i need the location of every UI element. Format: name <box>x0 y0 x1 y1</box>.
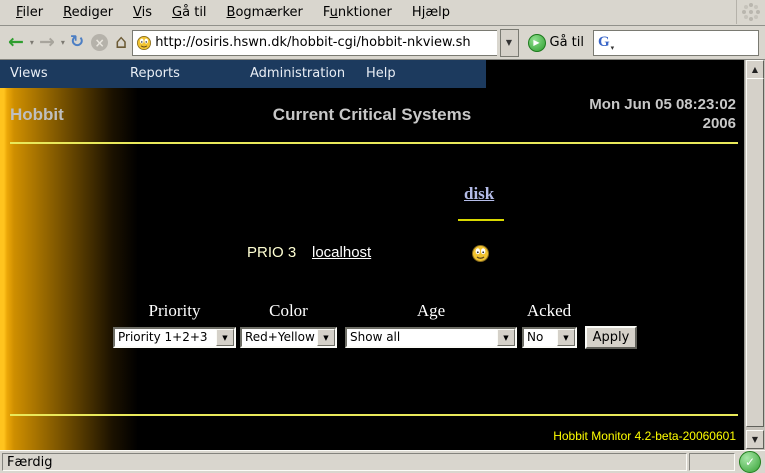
chevron-down-icon: ▼ <box>497 329 515 346</box>
nav-item-administration[interactable]: Administration <box>250 60 345 88</box>
scroll-up-button[interactable]: ▲ <box>746 60 764 79</box>
nav-item-reports[interactable]: Reports <box>130 60 180 88</box>
back-button[interactable]: ← <box>6 30 26 56</box>
reload-icon: ↻ <box>70 34 84 51</box>
menu-view[interactable]: Vis <box>123 0 162 25</box>
go-icon: ▶ <box>528 34 546 52</box>
google-logo-icon: G <box>598 34 610 51</box>
nav-item-help[interactable]: Help <box>366 60 396 88</box>
scrollbar-thumb[interactable] <box>746 78 764 427</box>
status-ok-area: ✓ <box>737 453 763 471</box>
status-text: Færdig <box>2 453 687 471</box>
scroll-down-icon: ▼ <box>752 435 758 444</box>
chevron-down-icon: ▼ <box>557 329 575 346</box>
menu-bar: Filer Rediger Vis Gå til Bogmærker Funkt… <box>0 0 765 26</box>
home-button[interactable]: ⌂ <box>113 30 129 56</box>
menu-help[interactable]: Hjælp <box>402 0 460 25</box>
menu-go[interactable]: Gå til <box>162 0 217 25</box>
browser-viewport: Views Reports Administration Help Hobbit… <box>0 60 765 450</box>
scroll-down-button[interactable]: ▼ <box>746 430 764 449</box>
age-select[interactable]: Show all ▼ <box>345 327 517 348</box>
page-nav-bar: Views Reports Administration Help <box>0 60 486 88</box>
back-icon: ← <box>8 33 24 52</box>
menu-tools[interactable]: Funktioner <box>313 0 402 25</box>
service-column-underline <box>458 219 504 221</box>
hobbit-page: Views Reports Administration Help Hobbit… <box>0 60 744 450</box>
color-select[interactable]: Red+Yellow ▼ <box>240 327 337 348</box>
timestamp-line1: Mon Jun 05 08:23:02 <box>589 95 736 114</box>
go-button[interactable]: ▶ Gå til <box>522 34 591 52</box>
stop-icon: × <box>91 34 108 51</box>
host-link-localhost[interactable]: localhost <box>312 244 371 261</box>
status-smiley-icon[interactable] <box>472 245 489 262</box>
timestamp-line2: 2006 <box>589 114 736 133</box>
reload-button[interactable]: ↻ <box>68 30 86 56</box>
forward-icon: → <box>39 33 55 52</box>
filter-label-priority: Priority <box>113 301 236 321</box>
status-box <box>689 453 735 471</box>
forward-dropdown-icon[interactable]: ▾ <box>61 38 65 47</box>
site-favicon-smiley-icon <box>137 36 151 50</box>
url-history-dropdown[interactable]: ▼ <box>500 29 519 57</box>
page-timestamp: Mon Jun 05 08:23:02 2006 <box>589 95 736 133</box>
filter-label-color: Color <box>240 301 337 321</box>
vertical-scrollbar[interactable]: ▲ ▼ <box>744 60 765 450</box>
search-input[interactable]: G ▾ <box>593 30 759 56</box>
service-column-link-disk[interactable]: disk <box>464 184 494 204</box>
navigation-toolbar: ← ▾ → ▾ ↻ × ⌂ http://osiris.hswn.dk/hobb… <box>0 26 765 60</box>
menu-bookmarks[interactable]: Bogmærker <box>217 0 313 25</box>
filter-label-acked: Acked <box>514 301 584 321</box>
chevron-down-icon: ▼ <box>317 329 335 346</box>
chevron-down-icon: ▼ <box>506 38 512 47</box>
home-icon: ⌂ <box>115 33 127 52</box>
priority-select[interactable]: Priority 1+2+3 ▼ <box>113 327 236 348</box>
chevron-down-icon: ▼ <box>216 329 234 346</box>
search-engine-dropdown-icon[interactable]: ▾ <box>611 44 615 52</box>
green-check-icon: ✓ <box>739 451 761 473</box>
divider <box>10 414 738 416</box>
page-footer-version: Hobbit Monitor 4.2-beta-20060601 <box>553 429 736 443</box>
priority-group-label: PRIO 3 <box>247 244 296 261</box>
url-input[interactable]: http://osiris.hswn.dk/hobbit-cgi/hobbit-… <box>155 35 496 50</box>
menu-edit[interactable]: Rediger <box>53 0 123 25</box>
forward-button[interactable]: → <box>37 30 57 56</box>
browser-window: Filer Rediger Vis Gå til Bogmærker Funkt… <box>0 0 765 473</box>
apply-button[interactable]: Apply <box>585 326 637 349</box>
throbber-icon <box>736 0 765 24</box>
nav-item-views[interactable]: Views <box>10 60 48 88</box>
menu-file[interactable]: Filer <box>6 0 53 25</box>
filter-label-age: Age <box>345 301 517 321</box>
status-bar: Færdig ✓ <box>0 450 765 473</box>
scroll-up-icon: ▲ <box>752 65 758 74</box>
acked-select[interactable]: No ▼ <box>522 327 577 348</box>
divider <box>10 142 738 144</box>
back-dropdown-icon[interactable]: ▾ <box>30 38 34 47</box>
stop-button[interactable]: × <box>89 30 110 56</box>
url-bar[interactable]: http://osiris.hswn.dk/hobbit-cgi/hobbit-… <box>132 30 496 56</box>
